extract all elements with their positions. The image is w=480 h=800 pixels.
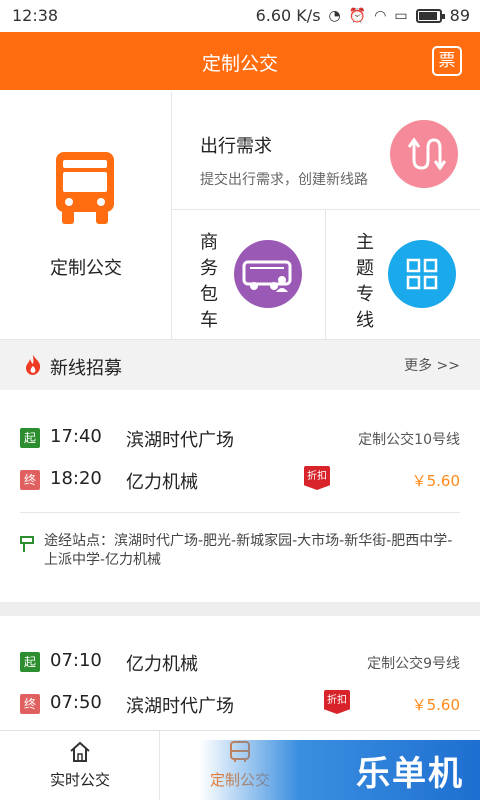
route-end-row: 终 18:20 亿力机械 折扣 ￥5.60 [0, 466, 480, 496]
discount-badge: 折扣 [304, 466, 330, 490]
discount-badge: 折扣 [324, 690, 350, 714]
charter-bus-entry[interactable]: 商 务 包 车 [172, 210, 326, 340]
tab-label: 实时公交 [49, 771, 110, 789]
start-time: 07:10 [50, 650, 102, 671]
charter-bus-icon [234, 240, 302, 308]
end-time: 07:50 [50, 692, 102, 713]
battery-icon [415, 8, 445, 23]
more-link[interactable]: 更多 >> [404, 355, 460, 375]
battery-level: 89 [449, 6, 470, 25]
start-time: 17:40 [50, 426, 102, 447]
start-stop: 亿力机械 [126, 654, 198, 675]
travel-demand-subtitle: 提交出行需求，创建新线路 [200, 172, 368, 188]
price: ￥5.60 [411, 472, 460, 490]
via-stops-text: 途经站点：滨湖时代广场-肥光-新城家园-大市场-新华街-肥西中学-上派中学-亿力… [44, 533, 453, 568]
section-title: 新线招募 [50, 358, 122, 379]
route-card[interactable]: 起 07:10 亿力机械 定制公交9号线 终 07:50 滨湖时代广场 折扣 ￥… [0, 616, 480, 730]
watermark: 乐单机 [200, 740, 480, 800]
end-time: 18:20 [50, 468, 102, 489]
route-start-row: 起 17:40 滨湖时代广场 定制公交10号线 [0, 424, 480, 454]
wifi-icon: ◠ [374, 7, 387, 24]
line-name: 定制公交10号线 [358, 432, 460, 448]
bus-icon [56, 152, 114, 224]
end-tag: 终 [20, 470, 40, 490]
route-icon [390, 120, 458, 188]
end-stop: 滨湖时代广场 [126, 696, 234, 717]
start-tag: 起 [20, 652, 40, 672]
page-title: 定制公交 [201, 53, 278, 75]
watermark-text: 乐单机 [356, 754, 464, 794]
grid-icon [388, 240, 456, 308]
start-stop: 滨湖时代广场 [126, 430, 234, 451]
charter-bus-label: 商 务 包 车 [200, 232, 218, 331]
ticket-button[interactable]: 票 [432, 46, 462, 76]
route-end-row: 终 07:50 滨湖时代广场 折扣 ￥5.60 [0, 690, 480, 720]
end-tag: 终 [20, 694, 40, 714]
card-gap [0, 602, 480, 616]
network-speed: 6.60 K/s [255, 6, 321, 25]
fire-icon [26, 355, 41, 375]
theme-line-entry[interactable]: 主 题 专 线 [326, 210, 480, 340]
app-header: 定制公交 票 [0, 32, 480, 90]
custom-bus-label: 定制公交 [50, 258, 122, 279]
stop-sign-icon [20, 536, 34, 552]
line-name: 定制公交9号线 [367, 656, 460, 672]
service-grid: 定制公交 出行需求 提交出行需求，创建新线路 商 务 包 车 主 题 专 线 [0, 92, 480, 340]
section-header: 新线招募 更多 >> [0, 340, 480, 390]
home-icon [70, 741, 90, 762]
start-tag: 起 [20, 428, 40, 448]
status-icons: 6.60 K/s ◔ ⏰ ◠ ▭ 89 [256, 6, 470, 25]
screen-icon: ▭ [394, 7, 408, 24]
travel-demand-title: 出行需求 [200, 136, 272, 157]
route-start-row: 起 07:10 亿力机械 定制公交9号线 [0, 648, 480, 678]
custom-bus-entry[interactable]: 定制公交 [0, 92, 172, 340]
status-time: 12:38 [12, 6, 59, 25]
end-stop: 亿力机械 [126, 472, 198, 493]
alarm-icon: ⏰ [348, 7, 367, 24]
theme-line-label: 主 题 专 线 [356, 232, 374, 331]
price: ￥5.60 [411, 696, 460, 714]
route-card[interactable]: 起 17:40 滨湖时代广场 定制公交10号线 终 18:20 亿力机械 折扣 … [0, 390, 480, 602]
divider [20, 512, 460, 513]
tab-realtime-bus[interactable]: 实时公交 [0, 731, 160, 800]
sync-icon: ◔ [328, 7, 341, 24]
travel-demand-entry[interactable]: 出行需求 提交出行需求，创建新线路 [172, 92, 480, 210]
status-bar: 12:38 6.60 K/s ◔ ⏰ ◠ ▭ 89 [0, 0, 480, 32]
